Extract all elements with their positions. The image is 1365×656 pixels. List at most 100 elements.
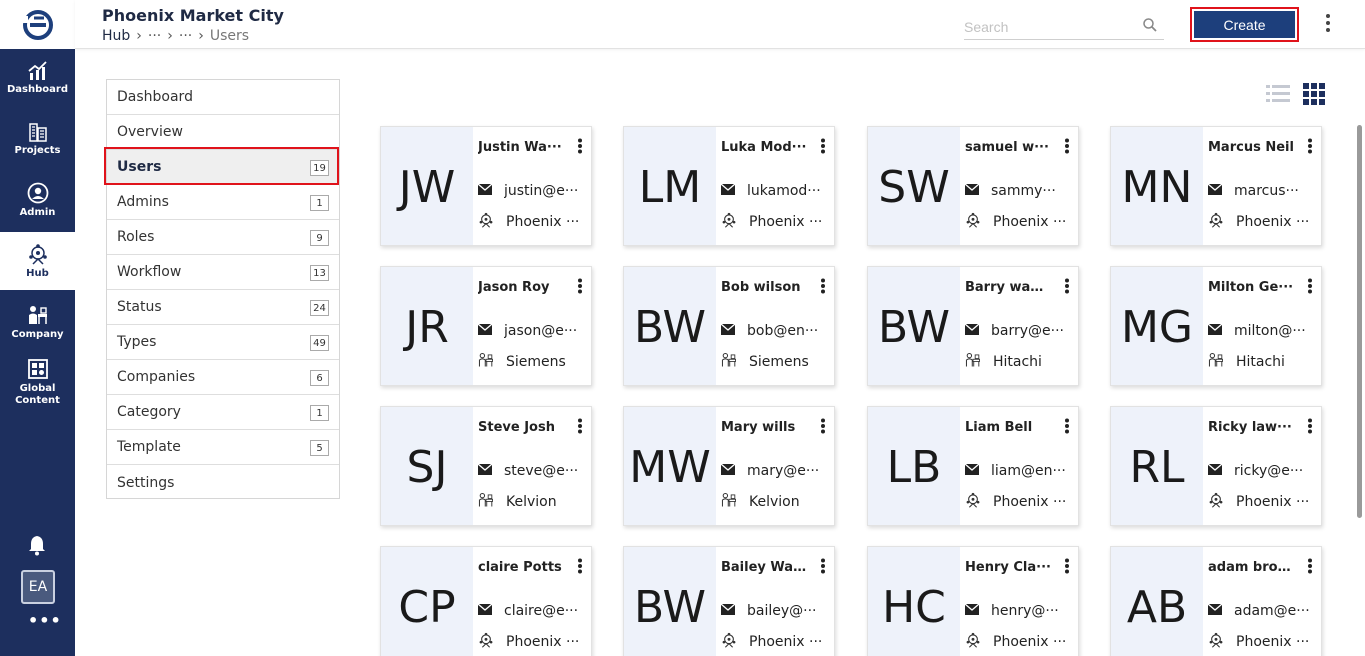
user-card[interactable]: MW Mary wills mary@e··· Kelvion bbox=[623, 406, 835, 526]
menu-item-roles[interactable]: Roles 9 bbox=[107, 220, 339, 255]
user-org-row: Siemens bbox=[721, 352, 831, 372]
company-icon bbox=[721, 352, 737, 372]
menu-item-overview[interactable]: Overview bbox=[107, 115, 339, 150]
user-initials: HC bbox=[868, 547, 960, 656]
card-kebab-icon[interactable] bbox=[577, 138, 583, 158]
user-email-row: bob@en··· bbox=[720, 323, 831, 339]
avatar[interactable]: EA bbox=[21, 570, 55, 604]
user-card[interactable]: LM Luka Mod··· lukamod··· Phoenix ··· bbox=[623, 126, 835, 246]
user-organization: Hitachi bbox=[1236, 354, 1285, 370]
menu-item-category[interactable]: Category 1 bbox=[107, 395, 339, 430]
menu-item-workflow[interactable]: Workflow 13 bbox=[107, 255, 339, 290]
email-icon bbox=[964, 463, 980, 479]
card-kebab-icon[interactable] bbox=[1307, 278, 1313, 298]
user-initials: BW bbox=[624, 267, 716, 385]
user-email-row: milton@··· bbox=[1207, 323, 1318, 339]
card-kebab-icon[interactable] bbox=[1307, 138, 1313, 158]
card-kebab-icon[interactable] bbox=[577, 558, 583, 578]
grid-view-toggle[interactable] bbox=[1303, 83, 1326, 109]
app-logo[interactable] bbox=[0, 0, 75, 49]
rail-label: Company bbox=[11, 328, 64, 340]
list-view-toggle[interactable] bbox=[1266, 83, 1290, 109]
user-name: Luka Mod··· bbox=[721, 140, 807, 155]
menu-item-types[interactable]: Types 49 bbox=[107, 325, 339, 360]
menu-item-companies[interactable]: Companies 6 bbox=[107, 360, 339, 395]
user-card[interactable]: MN Marcus Neil marcus··· Phoenix ··· bbox=[1110, 126, 1322, 246]
create-button[interactable]: Create bbox=[1194, 11, 1295, 38]
card-kebab-icon[interactable] bbox=[820, 278, 826, 298]
menu-item-status[interactable]: Status 24 bbox=[107, 290, 339, 325]
email-icon bbox=[1207, 603, 1223, 619]
rail-item-projects[interactable]: Projects bbox=[0, 110, 75, 168]
rail-item-global-content[interactable]: Global Content bbox=[0, 352, 75, 412]
user-name: Barry was··· bbox=[965, 280, 1051, 295]
user-initials: LB bbox=[868, 407, 960, 525]
card-kebab-icon[interactable] bbox=[1307, 558, 1313, 578]
menu-item-label: Settings bbox=[117, 474, 175, 491]
user-email: bailey@··· bbox=[747, 603, 817, 619]
breadcrumb-hub[interactable]: Hub bbox=[102, 28, 130, 44]
notifications-button[interactable] bbox=[27, 534, 47, 560]
card-kebab-icon[interactable] bbox=[1064, 278, 1070, 298]
breadcrumb-ellipsis[interactable]: ··· bbox=[148, 28, 161, 44]
header-kebab-icon[interactable] bbox=[1325, 13, 1331, 37]
user-organization: Phoenix ··· bbox=[1236, 494, 1310, 510]
user-email-row: claire@e··· bbox=[477, 603, 588, 619]
card-kebab-icon[interactable] bbox=[820, 558, 826, 578]
user-email: ricky@e··· bbox=[1234, 463, 1304, 479]
scrollbar[interactable] bbox=[1357, 125, 1362, 518]
user-organization: Kelvion bbox=[506, 494, 557, 510]
menu-item-admins[interactable]: Admins 1 bbox=[107, 185, 339, 220]
user-card[interactable]: RL Ricky law··· ricky@e··· Phoenix ··· bbox=[1110, 406, 1322, 526]
user-card[interactable]: JW Justin Wa··· justin@e··· Phoenix ··· bbox=[380, 126, 592, 246]
user-email: mary@e··· bbox=[747, 463, 820, 479]
user-card[interactable]: BW Barry was··· barry@e··· Hitachi bbox=[867, 266, 1079, 386]
rail-item-hub[interactable]: Hub bbox=[0, 232, 75, 290]
menu-item-template[interactable]: Template 5 bbox=[107, 430, 339, 465]
card-kebab-icon[interactable] bbox=[577, 278, 583, 298]
user-card[interactable]: BW Bailey Wa··· bailey@··· Phoenix ··· bbox=[623, 546, 835, 656]
user-card[interactable]: BW Bob wilson bob@en··· Siemens bbox=[623, 266, 835, 386]
menu-item-label: Roles bbox=[117, 229, 155, 245]
user-card[interactable]: SW samuel w··· sammy··· Phoenix ··· bbox=[867, 126, 1079, 246]
card-kebab-icon[interactable] bbox=[1307, 418, 1313, 438]
menu-item-dashboard[interactable]: Dashboard bbox=[107, 80, 339, 115]
breadcrumb: Hub › ··· › ··· › Users bbox=[102, 28, 249, 44]
card-kebab-icon[interactable] bbox=[820, 418, 826, 438]
count-badge: 1 bbox=[310, 195, 329, 211]
card-kebab-icon[interactable] bbox=[1064, 138, 1070, 158]
count-badge: 9 bbox=[310, 230, 329, 246]
rail-item-company[interactable]: Company bbox=[0, 293, 75, 351]
rail-label: Hub bbox=[26, 267, 49, 279]
breadcrumb-ellipsis[interactable]: ··· bbox=[179, 28, 192, 44]
card-kebab-icon[interactable] bbox=[820, 138, 826, 158]
search-icon[interactable] bbox=[1142, 17, 1158, 37]
search-box[interactable] bbox=[964, 15, 1164, 40]
menu-item-users[interactable]: Users 19 bbox=[107, 150, 339, 185]
admin-user-icon bbox=[27, 182, 48, 203]
user-organization: Siemens bbox=[749, 354, 809, 370]
count-badge: 13 bbox=[310, 265, 329, 281]
menu-item-settings[interactable]: Settings bbox=[107, 465, 339, 500]
card-kebab-icon[interactable] bbox=[1064, 558, 1070, 578]
card-kebab-icon[interactable] bbox=[1064, 418, 1070, 438]
user-org-row: Siemens bbox=[478, 352, 588, 372]
rail-item-dashboard[interactable]: Dashboard bbox=[0, 49, 75, 107]
search-input[interactable] bbox=[964, 15, 1134, 39]
user-initials: AB bbox=[1111, 547, 1203, 656]
user-initials: CP bbox=[381, 547, 473, 656]
hub-icon bbox=[1208, 212, 1224, 232]
user-card[interactable]: CP claire Potts claire@e··· Phoenix ··· bbox=[380, 546, 592, 656]
user-card[interactable]: HC Henry Cla··· henry@··· Phoenix ··· bbox=[867, 546, 1079, 656]
user-card[interactable]: JR Jason Roy jason@e··· Siemens bbox=[380, 266, 592, 386]
global-content-icon bbox=[27, 358, 48, 379]
card-kebab-icon[interactable] bbox=[577, 418, 583, 438]
email-icon bbox=[720, 603, 736, 619]
user-card[interactable]: MG Milton Ge··· milton@··· Hitachi bbox=[1110, 266, 1322, 386]
more-options-icon[interactable]: ••• bbox=[28, 611, 62, 630]
user-card[interactable]: AB adam brogg adam@e··· Phoenix ··· bbox=[1110, 546, 1322, 656]
user-card[interactable]: SJ Steve Josh steve@e··· Kelvion bbox=[380, 406, 592, 526]
company-icon bbox=[28, 305, 47, 324]
user-card[interactable]: LB Liam Bell liam@en··· Phoenix ··· bbox=[867, 406, 1079, 526]
rail-item-admin[interactable]: Admin bbox=[0, 171, 75, 229]
